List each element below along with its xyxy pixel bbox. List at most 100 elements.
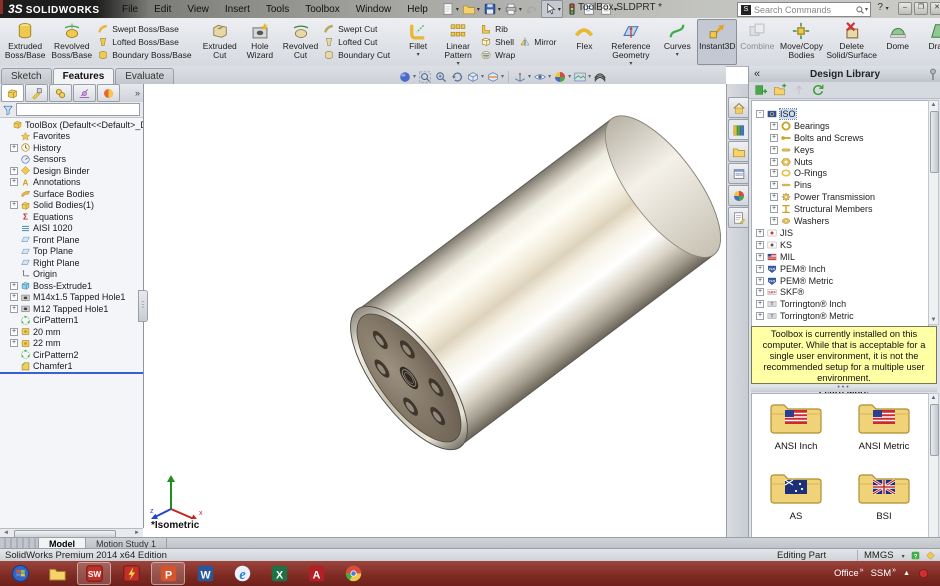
menu-help[interactable]: Help [399, 2, 436, 17]
library-item-structural-members[interactable]: +Structural Members [752, 203, 929, 215]
library-item-bearings[interactable]: +Bearings [752, 120, 929, 132]
tree-item-solid-bodies-1[interactable]: +Solid Bodies(1) [0, 200, 143, 212]
more-tabs-chevron[interactable]: » [135, 88, 140, 98]
panel-splitter-handle[interactable] [138, 290, 148, 322]
tree-item-equations[interactable]: ΣEquations [0, 211, 143, 223]
library-folder-ansi-inch[interactable]: ANSI Inch [753, 400, 839, 452]
tray-ssm[interactable]: SSM» [871, 567, 897, 579]
internet-explorer[interactable]: e [225, 562, 259, 585]
expand-toggle[interactable]: + [770, 134, 778, 142]
extruded-cut-button[interactable]: Extruded Cut [200, 19, 240, 65]
library-item-o-rings[interactable]: +O-Rings [752, 168, 929, 180]
windows-explorer[interactable] [40, 562, 74, 585]
pin-icon[interactable] [925, 66, 940, 82]
menu-insert[interactable]: Insert [217, 2, 258, 17]
menu-view[interactable]: View [179, 2, 217, 17]
show-hidden-icons-button[interactable]: ▲ [903, 570, 910, 577]
search-icon[interactable] [855, 5, 865, 15]
expand-toggle[interactable]: - [756, 110, 764, 118]
wrap-button[interactable]: Wrap [480, 49, 515, 61]
solidworks-rx[interactable] [114, 562, 148, 585]
library-folder-as[interactable]: AS [753, 470, 839, 522]
library-item-pem-metric[interactable]: +PEMPEM® Metric [752, 275, 929, 287]
menu-tools[interactable]: Tools [258, 2, 297, 17]
expand-toggle[interactable]: + [10, 282, 18, 290]
chrome[interactable] [336, 562, 370, 585]
library-item-iso[interactable]: -ISO [752, 108, 929, 120]
design-library-tree-scrollbar[interactable]: ▲ ▼ [928, 100, 939, 325]
expand-toggle[interactable]: + [770, 193, 778, 201]
refresh-button[interactable] [810, 82, 826, 98]
filter-input[interactable] [16, 103, 140, 116]
draft-button[interactable]: Draft [918, 19, 940, 65]
tab-evaluate[interactable]: Evaluate [115, 68, 174, 84]
expand-toggle[interactable]: + [756, 312, 764, 320]
edit-appearance-button[interactable]: ▾ [553, 70, 571, 84]
display-style-button[interactable]: ▾ [466, 70, 484, 84]
zoom-to-fit-button[interactable] [418, 70, 432, 84]
swept-cut-button[interactable]: Swept Cut [323, 23, 390, 35]
revolved-cut-button[interactable]: Revolved Cut [280, 19, 321, 65]
file-explorer-tab[interactable] [728, 141, 750, 162]
zoom-to-area-button[interactable] [434, 70, 448, 84]
library-item-torrington-metric[interactable]: +TTorrington® Metric [752, 310, 929, 322]
library-item-keys[interactable]: +Keys [752, 144, 929, 156]
view-palette-tab[interactable] [728, 163, 750, 184]
graphics-area[interactable]: zx *Isometric [144, 84, 726, 537]
expand-toggle[interactable]: + [10, 167, 18, 175]
library-item-washers[interactable]: +Washers [752, 215, 929, 227]
tree-item-m12-tapped-hole1[interactable]: +M12 Tapped Hole1 [0, 303, 143, 315]
section-view-button[interactable]: ▾ [486, 70, 504, 84]
tree-item-20-mm[interactable]: +20 mm [0, 326, 143, 338]
expand-toggle[interactable]: + [770, 181, 778, 189]
tree-item-favorites[interactable]: Favorites [0, 131, 143, 143]
hole-wizard-button[interactable]: Hole Wizard [240, 19, 280, 65]
tree-item-top-plane[interactable]: Top Plane [0, 246, 143, 258]
tree-item-design-binder[interactable]: +Design Binder [0, 165, 143, 177]
expand-toggle[interactable]: + [756, 288, 764, 296]
property-manager-tab[interactable] [25, 84, 48, 102]
library-folder-bsi[interactable]: BSI [841, 470, 927, 522]
word[interactable]: W [188, 562, 222, 585]
hide-show-items-button[interactable]: ▾ [533, 70, 551, 84]
collapse-panel-button[interactable]: « [749, 68, 765, 80]
library-folder-ansi-metric[interactable]: ANSI Metric [841, 400, 927, 452]
save-button[interactable]: ▾ [482, 1, 502, 17]
library-item-nuts[interactable]: +Nuts [752, 156, 929, 168]
expand-toggle[interactable]: + [10, 293, 18, 301]
expand-toggle[interactable]: + [756, 253, 764, 261]
move-copy-bodies-button[interactable]: Move/Copy Bodies [777, 19, 825, 65]
swept-boss-base-button[interactable]: Swept Boss/Base [97, 23, 191, 35]
library-item-ks[interactable]: +KS [752, 239, 929, 251]
expand-toggle[interactable]: + [770, 158, 778, 166]
expand-toggle[interactable]: + [770, 217, 778, 225]
instant3d-button[interactable]: Instant3D [697, 19, 737, 65]
tree-item-origin[interactable]: Origin [0, 269, 143, 281]
start-button[interactable] [3, 562, 37, 585]
linear-pattern-button[interactable]: Linear Pattern▾ [438, 19, 478, 65]
library-item-torrington-inch[interactable]: +TTorrington® Inch [752, 298, 929, 310]
appearances-scenes-tab[interactable] [728, 185, 750, 206]
excel[interactable]: X [262, 562, 296, 585]
custom-properties-tab[interactable] [728, 207, 750, 228]
open-document-button[interactable]: ▾ [461, 1, 481, 17]
library-item-pem-inch[interactable]: +PEMPEM® Inch [752, 263, 929, 275]
expand-toggle[interactable]: + [756, 277, 764, 285]
view-orientation-button[interactable]: ▾ [513, 70, 531, 84]
expand-toggle[interactable]: + [756, 241, 764, 249]
menu-window[interactable]: Window [348, 2, 400, 17]
tree-item-front-plane[interactable]: Front Plane [0, 234, 143, 246]
reference-geometry-button[interactable]: Reference Geometry▾ [604, 19, 657, 65]
library-item-jis[interactable]: +JIS [752, 227, 929, 239]
configuration-manager-tab[interactable] [49, 84, 72, 102]
curves-button[interactable]: Curves▾ [657, 19, 697, 65]
notification-icon[interactable] [917, 567, 930, 580]
add-file-location-button[interactable] [772, 82, 788, 98]
revolved-boss-base-button[interactable]: Revolved Boss/Base [48, 19, 95, 65]
expand-toggle[interactable]: + [10, 144, 18, 152]
previous-view-button[interactable] [450, 70, 464, 84]
tree-item-cirpattern2[interactable]: CirPattern2 [0, 349, 143, 361]
library-item-mil[interactable]: +MIL [752, 251, 929, 263]
dimxpert-manager-tab[interactable] [73, 84, 96, 102]
lofted-cut-button[interactable]: Lofted Cut [323, 36, 390, 48]
